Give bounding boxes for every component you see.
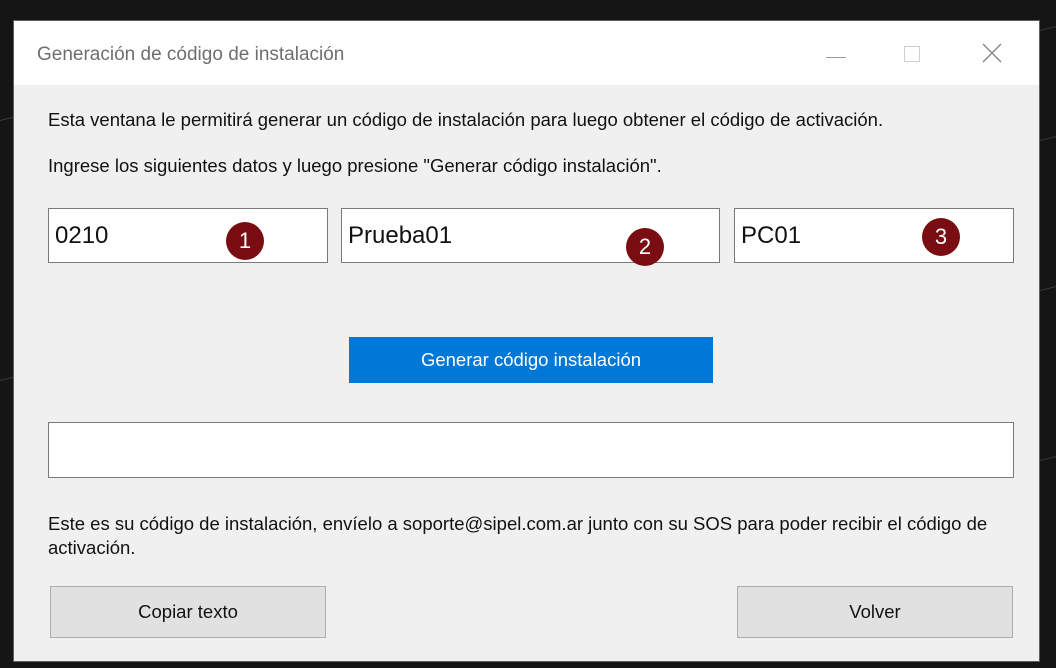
instruction-line-1: Esta ventana le permitirá generar un cód… xyxy=(48,109,884,130)
installation-note: Este es su código de instalación, envíel… xyxy=(48,513,988,558)
dialog-window: Generación de código de instalación Esta… xyxy=(13,20,1040,662)
maximize-icon xyxy=(904,46,920,62)
background-streak xyxy=(0,376,14,381)
annotation-badge-3: 3 xyxy=(922,218,960,256)
back-button[interactable]: Volver xyxy=(737,586,1013,638)
annotation-badge-2: 2 xyxy=(626,228,664,266)
instruction-line-2: Ingrese los siguientes datos y luego pre… xyxy=(48,155,662,176)
minimize-button[interactable] xyxy=(792,21,872,85)
minimize-icon xyxy=(826,57,846,58)
close-icon xyxy=(982,43,1002,63)
annotation-badge-1: 1 xyxy=(226,222,264,260)
copy-text-button[interactable]: Copiar texto xyxy=(50,586,326,638)
maximize-button xyxy=(872,21,952,85)
title-bar[interactable]: Generación de código de instalación xyxy=(14,21,1039,85)
installation-code-input[interactable] xyxy=(49,423,1013,477)
background-streak xyxy=(0,116,14,121)
field-1-input[interactable] xyxy=(49,209,327,262)
installation-code-output[interactable] xyxy=(48,422,1014,478)
close-button[interactable] xyxy=(952,21,1032,85)
field-2[interactable] xyxy=(341,208,720,263)
field-1[interactable] xyxy=(48,208,328,263)
generate-code-button[interactable]: Generar código instalación xyxy=(349,337,713,383)
window-title: Generación de código de instalación xyxy=(37,44,345,65)
field-3[interactable] xyxy=(734,208,1014,263)
field-3-input[interactable] xyxy=(735,209,1013,262)
